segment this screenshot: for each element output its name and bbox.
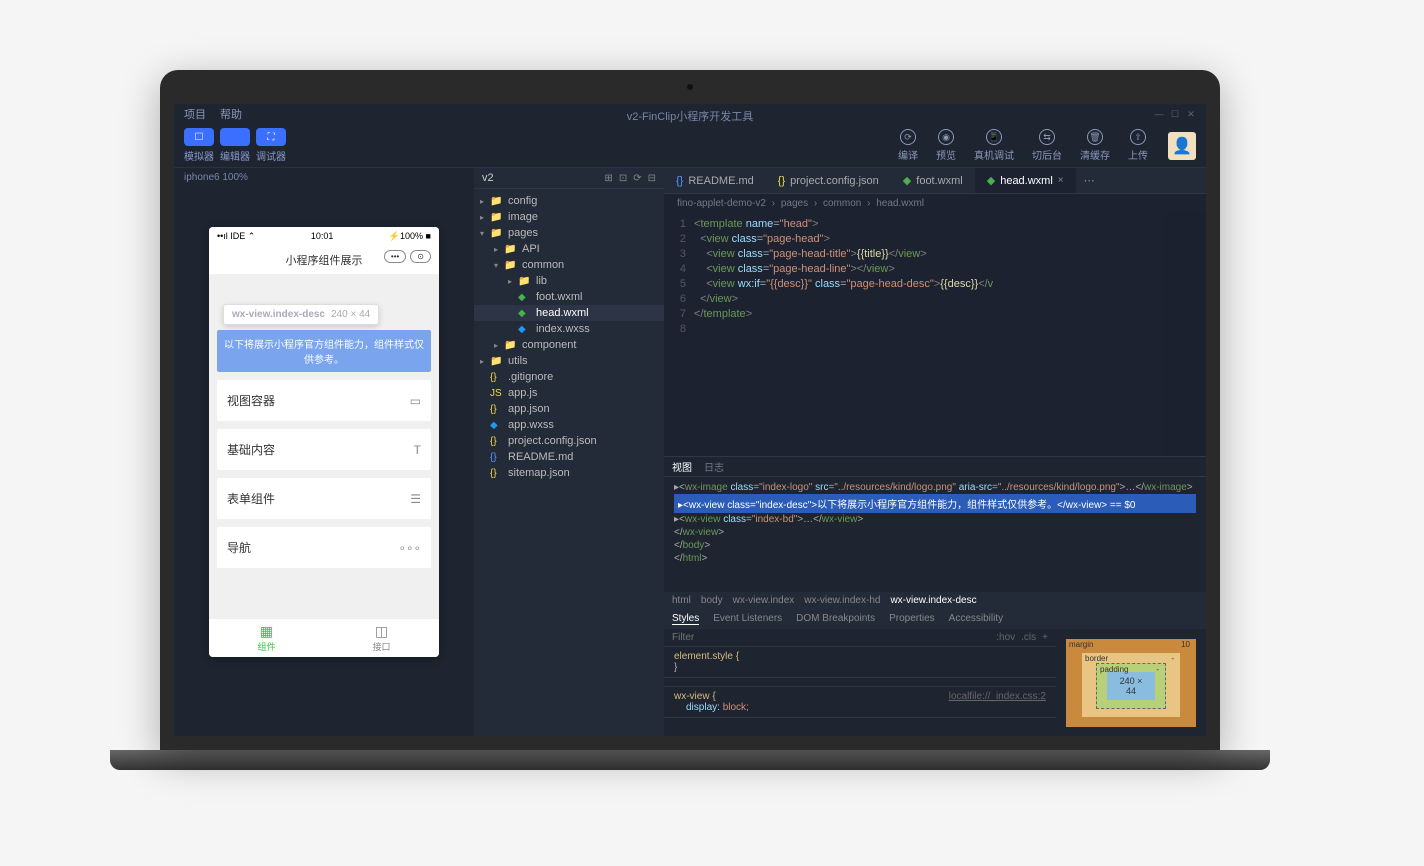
- new-file-icon[interactable]: ⊞: [604, 173, 612, 184]
- tree-item[interactable]: ▸📁lib: [474, 273, 664, 289]
- file-explorer: v2 ⊞ ⊡ ⟳ ⊟ ▸📁config▸📁image▾📁pages▸📁API▾📁…: [474, 168, 664, 736]
- styles-tab[interactable]: DOM Breakpoints: [796, 613, 875, 625]
- devtools: 视图 日志 ▸<wx-image class="index-logo" src=…: [664, 456, 1206, 736]
- list-item[interactable]: 表单组件☰: [217, 478, 431, 519]
- user-avatar[interactable]: 👤: [1168, 132, 1196, 160]
- tree-item[interactable]: ◆head.wxml: [474, 305, 664, 321]
- window-controls: — ☐ ✕: [1154, 109, 1196, 119]
- filter-button[interactable]: :hov: [996, 632, 1015, 643]
- laptop-base: [110, 750, 1270, 770]
- inspect-tooltip: wx-view.index-desc240 × 44: [223, 304, 379, 325]
- dom-crumb-item[interactable]: wx-view.index-hd: [804, 595, 880, 606]
- toolbar-action-3[interactable]: ⇆切后台: [1032, 129, 1062, 162]
- toolbar-toggle-0[interactable]: ☐模拟器: [184, 128, 214, 163]
- list-item[interactable]: 视图容器▭: [217, 380, 431, 421]
- collapse-icon[interactable]: ⊟: [648, 173, 656, 184]
- tree-item[interactable]: ▾📁pages: [474, 225, 664, 241]
- phone-tab[interactable]: ◫接口: [324, 619, 439, 657]
- phone-tab[interactable]: ▦组件: [209, 619, 324, 657]
- css-rule[interactable]: </span><div class="sel">.index-desc {</d…: [664, 678, 1056, 687]
- toolbar-toggle-1[interactable]: 编辑器: [220, 128, 250, 163]
- dom-breadcrumb: html body wx-view.index wx-view.index-hd wx-…: [664, 592, 1206, 609]
- phone-statusbar: ••ıl IDE ⌃ 10:01 ⚡100% ■: [209, 227, 439, 246]
- dom-crumb-item[interactable]: body: [701, 595, 723, 606]
- tree-item[interactable]: ▸📁component: [474, 337, 664, 353]
- minimap[interactable]: [1166, 213, 1206, 456]
- tree-item[interactable]: ▸📁utils: [474, 353, 664, 369]
- devtools-tab-wxml[interactable]: 视图: [672, 459, 692, 474]
- tab-more-icon[interactable]: ⋯: [1076, 168, 1103, 193]
- tree-item[interactable]: {}.gitignore: [474, 369, 664, 385]
- tree-item[interactable]: {}project.config.json: [474, 433, 664, 449]
- close-icon[interactable]: ×: [1058, 175, 1064, 186]
- styles-tab[interactable]: Properties: [889, 613, 935, 625]
- devtools-tab-console[interactable]: 日志: [704, 459, 724, 474]
- toolbar-action-0[interactable]: ⟳编译: [898, 129, 918, 162]
- toolbar-toggle-2[interactable]: ⛶调试器: [256, 128, 286, 163]
- tree-item[interactable]: ▸📁config: [474, 193, 664, 209]
- tree-item[interactable]: ▾📁common: [474, 257, 664, 273]
- filter-button[interactable]: +: [1042, 632, 1048, 643]
- styles-filter-input[interactable]: [672, 632, 990, 643]
- tree-item[interactable]: {}sitemap.json: [474, 465, 664, 481]
- minimize-icon[interactable]: —: [1154, 109, 1164, 119]
- list-item[interactable]: 基础内容T: [217, 429, 431, 470]
- tree-item[interactable]: ◆index.wxss: [474, 321, 664, 337]
- close-icon[interactable]: ✕: [1186, 109, 1196, 119]
- styles-tab[interactable]: Event Listeners: [713, 613, 782, 625]
- new-folder-icon[interactable]: ⊡: [619, 173, 627, 184]
- tree-item[interactable]: JSapp.js: [474, 385, 664, 401]
- inspect-highlight: 以下将展示小程序官方组件能力，组件样式仅供参考。: [217, 330, 431, 372]
- toolbar: ☐模拟器编辑器⛶调试器 ⟳编译 ◉预览 📱真机调试 ⇆切后台 🗑清缓存 ⇧上传 👤: [174, 124, 1206, 168]
- styles-tab[interactable]: Styles: [672, 613, 699, 625]
- phone-navbar: 小程序组件展示 •••⊙: [209, 246, 439, 274]
- editor-tabs: {}README.md{}project.config.json◆foot.wx…: [664, 168, 1206, 194]
- code-editor[interactable]: 12345678 <template name="head"> <view cl…: [664, 213, 1206, 456]
- tree-item[interactable]: ◆app.wxss: [474, 417, 664, 433]
- simulator-pane: iphone6 100% ••ıl IDE ⌃ 10:01 ⚡100% ■ 小程…: [174, 168, 474, 736]
- box-model: margin10 border- padding- 240 × 44: [1056, 629, 1206, 736]
- editor-pane: {}README.md{}project.config.json◆foot.wx…: [664, 168, 1206, 736]
- tree-item[interactable]: {}app.json: [474, 401, 664, 417]
- dom-tree[interactable]: ▸<wx-image class="index-logo" src="../re…: [664, 477, 1206, 592]
- capsule-more[interactable]: •••: [384, 250, 406, 263]
- styles-tab[interactable]: Accessibility: [949, 613, 1003, 625]
- editor-tab[interactable]: {}README.md: [664, 168, 766, 193]
- tree-item[interactable]: ▸📁API: [474, 241, 664, 257]
- css-rule[interactable]: localfile://_index.css:2wx-view {display…: [664, 687, 1056, 718]
- dom-crumb-item[interactable]: wx-view.index: [733, 595, 795, 606]
- toolbar-action-2[interactable]: 📱真机调试: [974, 129, 1014, 162]
- simulator-device-info: iphone6 100%: [174, 168, 474, 187]
- toolbar-action-4[interactable]: 🗑清缓存: [1080, 129, 1110, 162]
- dom-crumb-item[interactable]: wx-view.index-desc: [890, 595, 976, 606]
- editor-tab[interactable]: ◆foot.wxml: [891, 168, 975, 193]
- refresh-icon[interactable]: ⟳: [633, 173, 641, 184]
- phone-frame: ••ıl IDE ⌃ 10:01 ⚡100% ■ 小程序组件展示 •••⊙ wx…: [209, 227, 439, 657]
- breadcrumb: fino-applet-demo-v2 › pages › common › h…: [664, 194, 1206, 213]
- camera-dot: [687, 84, 693, 90]
- app-window: 项目 帮助 — ☐ ✕ ☐模拟器编辑器⛶调试器 ⟳编译 ◉预览 📱真机调试 ⇆切后台 🗑…: [174, 104, 1206, 736]
- editor-tab[interactable]: ◆head.wxml×: [975, 168, 1076, 193]
- menubar: 项目 帮助 — ☐ ✕: [174, 104, 1206, 124]
- css-rule[interactable]: element.style {}: [664, 647, 1056, 678]
- maximize-icon[interactable]: ☐: [1170, 109, 1180, 119]
- tree-item[interactable]: ▸📁image: [474, 209, 664, 225]
- dom-crumb-item[interactable]: html: [672, 595, 691, 606]
- toolbar-action-1[interactable]: ◉预览: [936, 129, 956, 162]
- list-item[interactable]: 导航∘∘∘: [217, 527, 431, 568]
- tree-item[interactable]: {}README.md: [474, 449, 664, 465]
- menu-help[interactable]: 帮助: [220, 106, 242, 122]
- toolbar-action-5[interactable]: ⇧上传: [1128, 129, 1148, 162]
- editor-tab[interactable]: {}project.config.json: [766, 168, 891, 193]
- menu-project[interactable]: 项目: [184, 106, 206, 122]
- explorer-root: v2: [482, 172, 494, 184]
- filter-button[interactable]: .cls: [1021, 632, 1036, 643]
- laptop-frame: v2-FinClip小程序开发工具 项目 帮助 — ☐ ✕ ☐模拟器编辑器⛶调试…: [160, 70, 1220, 770]
- tree-item[interactable]: ◆foot.wxml: [474, 289, 664, 305]
- capsule-close[interactable]: ⊙: [410, 250, 431, 263]
- phone-tabbar: ▦组件◫接口: [209, 618, 439, 657]
